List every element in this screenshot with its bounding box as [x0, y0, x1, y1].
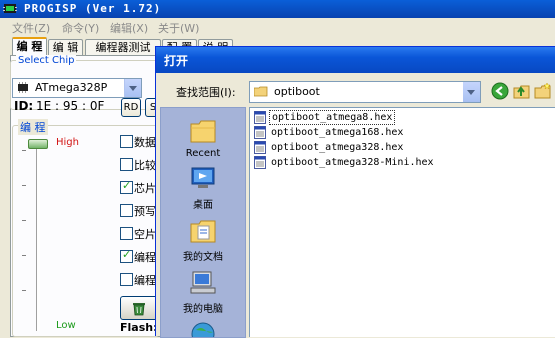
- option-label-0: 数据: [134, 136, 156, 149]
- file-name: optiboot_atmega328-Mini.hex: [271, 157, 434, 168]
- dialog-title: 打开: [164, 54, 189, 68]
- file-name: optiboot_atmega168.hex: [271, 127, 404, 138]
- option-label-1: 比较: [134, 159, 156, 172]
- chip-select[interactable]: ATmega328P: [12, 78, 142, 98]
- menubar: 文件(Z) 命令(Y) 编辑(X) 关于(W): [0, 18, 555, 36]
- menu-about[interactable]: 关于(W): [158, 20, 199, 36]
- open-dialog: 打开 查找范围(I): optiboot Recent 桌面 我的文档 我的电脑…: [155, 46, 555, 338]
- option-checkbox-4[interactable]: [120, 227, 133, 240]
- place-label: 桌面: [193, 200, 213, 211]
- chevron-down-icon[interactable]: [463, 82, 480, 102]
- chip-value: ATmega328P: [35, 81, 108, 94]
- option-checkbox-6[interactable]: [120, 273, 133, 286]
- place-desktop[interactable]: 桌面: [161, 166, 245, 212]
- slider-tick: [22, 185, 26, 186]
- dialog-titlebar[interactable]: 打开: [156, 47, 555, 73]
- high-label: High: [56, 137, 79, 148]
- chip-id-value: 1E : 95 : 0F: [36, 99, 105, 113]
- hex-file-icon: [254, 111, 266, 124]
- look-in-value: optiboot: [274, 85, 320, 98]
- option-checkbox-1[interactable]: [120, 158, 133, 171]
- option-label-4: 空片: [134, 228, 156, 241]
- file-list: optiboot_atmega8.hex optiboot_atmega168.…: [249, 107, 555, 337]
- network-globe-icon: [191, 322, 215, 337]
- option-checkbox-3[interactable]: [120, 204, 133, 217]
- look-in-label: 查找范围(I):: [176, 86, 236, 99]
- low-label: Low: [56, 320, 76, 331]
- place-network[interactable]: [161, 320, 245, 337]
- option-checkbox-5[interactable]: [120, 248, 133, 263]
- place-my-documents[interactable]: 我的文档: [161, 218, 245, 264]
- my-computer-icon: [190, 271, 216, 294]
- menu-edit[interactable]: 编辑(X): [110, 20, 148, 36]
- look-in-combo[interactable]: optiboot: [249, 81, 481, 103]
- my-documents-icon: [190, 220, 216, 243]
- menu-file[interactable]: 文件(Z): [12, 20, 50, 36]
- select-chip-label: Select Chip: [16, 55, 77, 66]
- option-checkbox-2[interactable]: [120, 179, 133, 194]
- place-label: 我的电脑: [183, 304, 223, 315]
- erase-button[interactable]: [120, 296, 158, 320]
- option-checkbox-0[interactable]: [120, 135, 133, 148]
- new-folder-icon[interactable]: [534, 82, 552, 100]
- app-icon: [3, 4, 17, 13]
- back-icon[interactable]: [491, 82, 509, 100]
- tab-programmer-test[interactable]: 编程器测试: [85, 39, 161, 55]
- option-label-3: 预写: [134, 205, 156, 218]
- trash-icon: [133, 303, 145, 316]
- tab-edit[interactable]: 编 辑: [48, 39, 83, 55]
- places-bar: Recent 桌面 我的文档 我的电脑: [160, 107, 246, 338]
- option-label-2: 芯片: [134, 182, 156, 195]
- slider-tick: [22, 290, 26, 291]
- chip-icon: [18, 82, 28, 93]
- menu-command[interactable]: 命令(Y): [62, 20, 99, 36]
- file-name: optiboot_atmega328.hex: [271, 142, 404, 153]
- slider-tick: [22, 220, 26, 221]
- folder-icon: [254, 86, 268, 97]
- file-name: optiboot_atmega8.hex: [269, 110, 396, 125]
- hex-file-icon: [254, 141, 266, 154]
- up-folder-icon[interactable]: [513, 82, 531, 100]
- slider-tick: [22, 150, 26, 151]
- recent-folder-icon: [190, 120, 216, 143]
- speed-slider-thumb[interactable]: [28, 139, 48, 149]
- hex-file-icon: [254, 156, 266, 169]
- option-label-6: 编程: [134, 274, 156, 287]
- tab-program[interactable]: 编 程: [12, 37, 47, 56]
- app-title: PROGISP (Ver 1.72): [24, 2, 162, 15]
- slider-tick: [22, 255, 26, 256]
- place-recent[interactable]: Recent: [161, 118, 245, 164]
- chevron-down-icon[interactable]: [124, 79, 141, 97]
- main-titlebar[interactable]: PROGISP (Ver 1.72): [0, 0, 555, 18]
- id-label: ID:: [14, 99, 34, 113]
- desktop-icon: [191, 167, 215, 188]
- hex-file-icon: [254, 126, 266, 139]
- option-label-5: 编程: [134, 251, 156, 264]
- place-my-computer[interactable]: 我的电脑: [161, 270, 245, 316]
- speed-slider-track[interactable]: [36, 140, 40, 331]
- place-label: 我的文档: [183, 252, 223, 263]
- place-label: Recent: [185, 148, 221, 159]
- program-group-label: 编 程: [18, 119, 48, 135]
- rd-button[interactable]: RD: [121, 98, 141, 117]
